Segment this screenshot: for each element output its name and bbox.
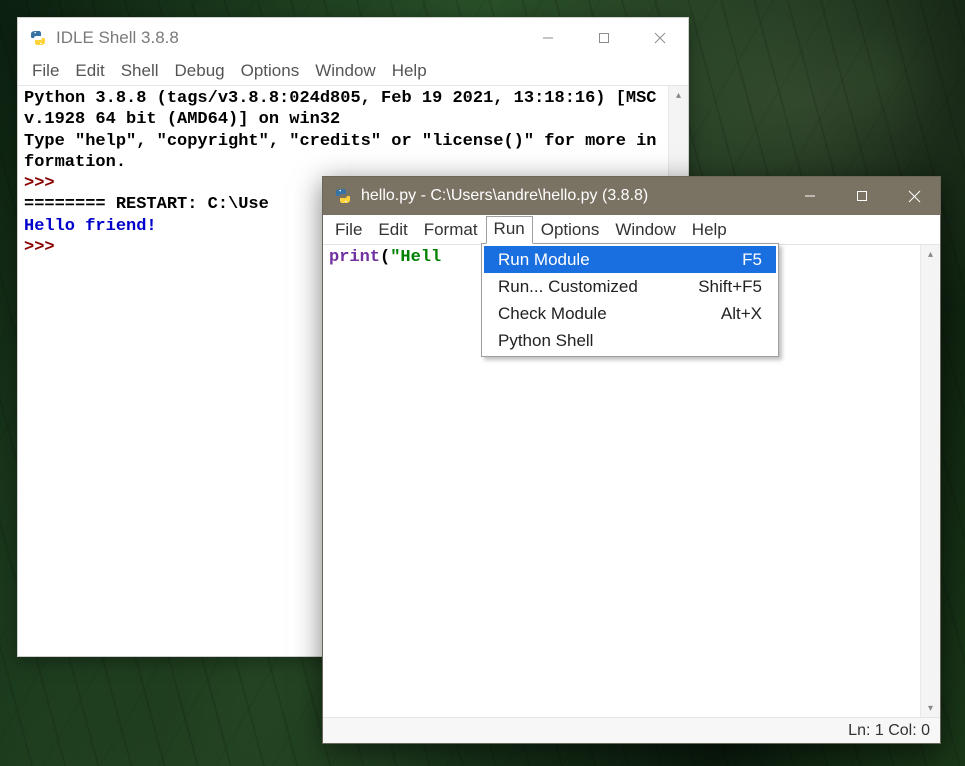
shell-hint-line: Type "help", "copyright", "credits" or "… xyxy=(24,132,657,172)
editor-scrollbar[interactable]: ▴ ▾ xyxy=(920,245,940,717)
editor-statusbar: Ln: 1 Col: 0 xyxy=(323,717,940,743)
editor-menubar: File Edit Format Run Options Window Help xyxy=(323,215,940,245)
shell-window-controls xyxy=(520,18,688,58)
scroll-down-icon[interactable]: ▾ xyxy=(921,699,940,717)
shell-version-line: Python 3.8.8 (tags/v3.8.8:024d805, Feb 1… xyxy=(24,89,667,129)
menu-item-accel: F5 xyxy=(742,250,762,270)
python-icon xyxy=(30,30,46,46)
menu-item-label: Run... Customized xyxy=(498,277,678,297)
editor-menu-format[interactable]: Format xyxy=(416,217,486,243)
minimize-button[interactable] xyxy=(520,18,576,58)
run-menu-check-module[interactable]: Check Module Alt+X xyxy=(484,300,776,327)
shell-menu-file[interactable]: File xyxy=(24,59,67,83)
shell-menu-help[interactable]: Help xyxy=(384,59,435,83)
editor-menu-file[interactable]: File xyxy=(327,217,370,243)
scroll-up-icon[interactable]: ▴ xyxy=(669,86,688,104)
python-icon xyxy=(335,188,351,204)
run-menu-run-customized[interactable]: Run... Customized Shift+F5 xyxy=(484,273,776,300)
shell-menu-options[interactable]: Options xyxy=(233,59,308,83)
close-button[interactable] xyxy=(632,18,688,58)
maximize-button[interactable] xyxy=(576,18,632,58)
run-menu-run-module[interactable]: Run Module F5 xyxy=(484,246,776,273)
menu-item-label: Python Shell xyxy=(498,331,742,351)
shell-menu-edit[interactable]: Edit xyxy=(67,59,112,83)
cursor-position: Ln: 1 Col: 0 xyxy=(848,722,930,740)
menu-item-label: Check Module xyxy=(498,304,701,324)
close-button[interactable] xyxy=(888,177,940,215)
shell-menubar: File Edit Shell Debug Options Window Hel… xyxy=(18,58,688,86)
idle-editor-window: hello.py - C:\Users\andre\hello.py (3.8.… xyxy=(322,176,941,744)
shell-title: IDLE Shell 3.8.8 xyxy=(56,28,179,48)
editor-menu-help[interactable]: Help xyxy=(684,217,735,243)
code-keyword: print xyxy=(329,248,380,267)
run-menu-dropdown: Run Module F5 Run... Customized Shift+F5… xyxy=(481,243,779,357)
editor-titlebar[interactable]: hello.py - C:\Users\andre\hello.py (3.8.… xyxy=(323,177,940,215)
menu-item-accel: Shift+F5 xyxy=(698,277,762,297)
minimize-button[interactable] xyxy=(784,177,836,215)
editor-menu-options[interactable]: Options xyxy=(533,217,608,243)
shell-prompt: >>> xyxy=(24,238,65,257)
shell-menu-shell[interactable]: Shell xyxy=(113,59,167,83)
menu-item-accel: Alt+X xyxy=(721,304,762,324)
shell-menu-debug[interactable]: Debug xyxy=(167,59,233,83)
editor-menu-run[interactable]: Run xyxy=(486,216,533,244)
editor-menu-window[interactable]: Window xyxy=(607,217,683,243)
shell-restart-line: ======== RESTART: C:\Use xyxy=(24,195,269,214)
editor-window-controls xyxy=(784,177,940,215)
shell-menu-window[interactable]: Window xyxy=(307,59,383,83)
shell-titlebar[interactable]: IDLE Shell 3.8.8 xyxy=(18,18,688,58)
shell-prompt: >>> xyxy=(24,174,65,193)
menu-item-label: Run Module xyxy=(498,250,722,270)
code-paren: ( xyxy=(380,248,390,267)
run-menu-python-shell[interactable]: Python Shell xyxy=(484,327,776,354)
shell-output: Hello friend! xyxy=(24,217,157,236)
maximize-button[interactable] xyxy=(836,177,888,215)
editor-title: hello.py - C:\Users\andre\hello.py (3.8.… xyxy=(361,187,648,205)
scroll-up-icon[interactable]: ▴ xyxy=(921,245,940,263)
editor-menu-edit[interactable]: Edit xyxy=(370,217,415,243)
code-string: "Hell xyxy=(390,248,441,267)
